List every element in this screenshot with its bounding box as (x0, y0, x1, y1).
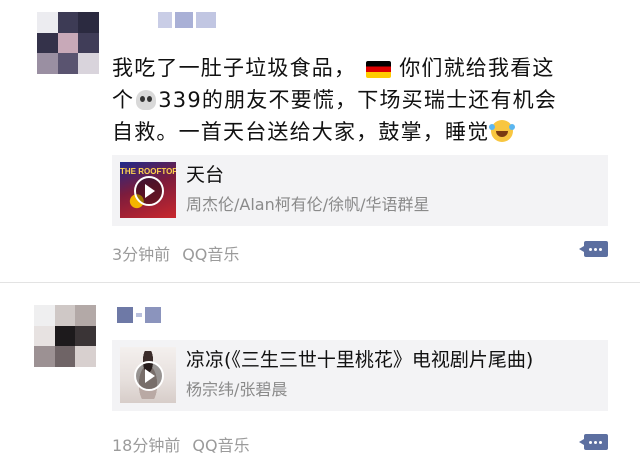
post-source-link[interactable]: QQ音乐 (192, 436, 249, 455)
moment-post-2: 凉凉(《三生三世十里桃花》电视剧片尾曲) 杨宗纬/张碧晨 18分钟前 QQ音乐 (0, 290, 640, 462)
music-card[interactable]: THE ROOFTOP 天台 周杰伦/Alan柯有伦/徐帆/华语群星 (112, 155, 608, 226)
play-icon[interactable] (134, 361, 164, 391)
song-artist: 周杰伦/Alan柯有伦/徐帆/华语群星 (186, 195, 430, 214)
post-text: 我吃了一肚子垃圾食品， 你们就给我看这个 339的朋友不要慌，下场买瑞士还有机会 自救… (112, 56, 558, 144)
divider (0, 282, 640, 283)
post-source-link[interactable]: QQ音乐 (182, 245, 239, 264)
post-time: 3分钟前 (112, 245, 171, 264)
germany-flag-icon (366, 61, 392, 78)
post-time: 18分钟前 (112, 436, 181, 455)
comment-icon[interactable] (579, 434, 608, 450)
moment-post-1: 我吃了一肚子垃圾食品， 你们就给我看这个 339的朋友不要慌，下场买瑞士还有机会 自救… (0, 0, 640, 282)
avatar[interactable] (34, 305, 96, 367)
author-name[interactable] (158, 12, 216, 28)
comment-icon[interactable] (579, 241, 608, 257)
song-artist: 杨宗纬/张碧晨 (186, 380, 288, 399)
play-icon[interactable] (134, 176, 164, 206)
album-cover: THE ROOFTOP (120, 162, 176, 218)
post-meta: 18分钟前 QQ音乐 (112, 432, 250, 456)
album-cover-text: THE ROOFTOP (120, 167, 176, 176)
song-title: 凉凉(《三生三世十里桃花》电视剧片尾曲) (186, 349, 534, 371)
author-name[interactable] (117, 307, 161, 323)
laughing-crying-icon (489, 120, 514, 142)
skull-icon (136, 90, 157, 110)
music-card[interactable]: 凉凉(《三生三世十里桃花》电视剧片尾曲) 杨宗纬/张碧晨 (112, 340, 608, 411)
avatar[interactable] (37, 12, 99, 74)
album-cover (120, 347, 176, 403)
post-meta: 3分钟前 QQ音乐 (112, 241, 239, 265)
song-title: 天台 (186, 164, 225, 186)
